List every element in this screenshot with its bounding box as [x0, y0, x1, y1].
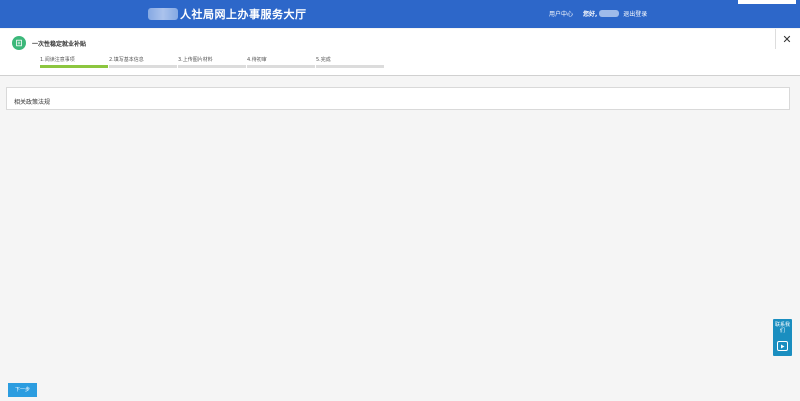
step-2: 2.填写基本信息	[109, 56, 178, 68]
step-label: 2.填写基本信息	[109, 57, 144, 63]
region-name-redacted	[148, 8, 178, 20]
close-icon[interactable]: ✕	[780, 34, 794, 46]
top-header-bar: 人社局网上办事服务大厅 用户中心 您好, 退出登录	[0, 0, 800, 28]
greeting-text: 您好,	[583, 11, 598, 18]
user-center-link[interactable]: 用户中心	[549, 9, 573, 18]
play-icon[interactable]	[777, 341, 788, 351]
username-redacted	[599, 10, 620, 17]
step-4: 4.待初审	[247, 56, 316, 68]
step-bar	[178, 65, 246, 68]
top-corner-block	[738, 0, 796, 4]
step-label: 5.完成	[316, 57, 331, 63]
next-step-button[interactable]: 下一步	[8, 383, 37, 397]
contact-us-widget[interactable]: 联系我们	[773, 319, 792, 356]
step-3: 3.上传图片材料	[178, 56, 247, 68]
service-title: 一次性稳定就业补贴	[32, 41, 87, 48]
site-brand: 人社局网上办事服务大厅	[148, 6, 307, 22]
logout-link[interactable]: 退出登录	[623, 9, 647, 18]
step-bar	[109, 65, 177, 68]
service-panel: 一次性稳定就业补贴	[0, 29, 800, 76]
step-1: 1.阅读注意事项	[40, 56, 109, 68]
step-label: 4.待初审	[247, 57, 267, 63]
step-bar	[316, 65, 384, 68]
step-bar	[40, 65, 108, 68]
site-title: 人社局网上办事服务大厅	[180, 8, 307, 21]
document-icon	[12, 36, 26, 50]
policy-section[interactable]: 相关政策法规	[6, 87, 790, 110]
step-label: 3.上传图片材料	[178, 57, 213, 63]
policy-title: 相关政策法规	[14, 99, 51, 106]
step-5: 5.完成	[316, 56, 385, 68]
step-bar	[247, 65, 315, 68]
step-label: 1.阅读注意事项	[40, 57, 75, 63]
close-divider	[775, 29, 776, 49]
top-nav: 用户中心 您好, 退出登录	[549, 9, 647, 18]
progress-steps: 1.阅读注意事项 2.填写基本信息 3.上传图片材料 4.待初审 5.完成	[40, 56, 385, 68]
contact-us-label: 联系我们	[774, 322, 790, 334]
